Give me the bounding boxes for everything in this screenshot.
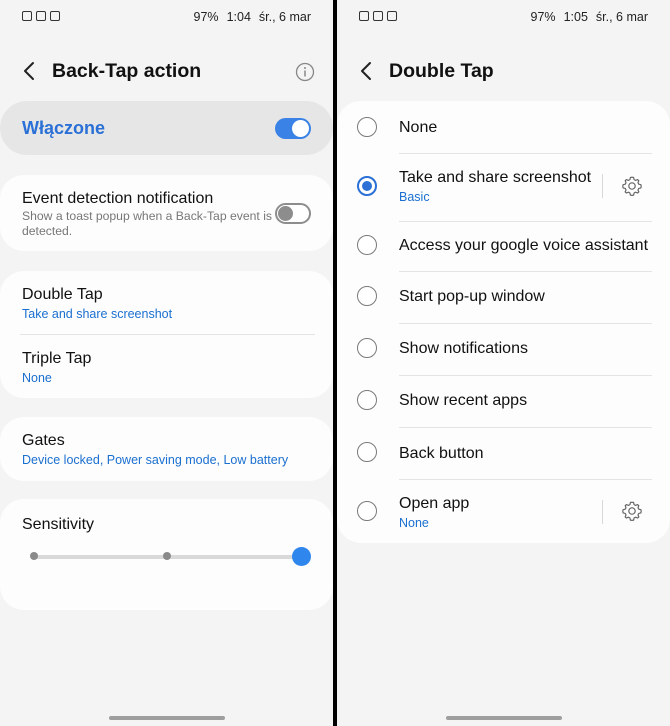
gates-item[interactable]: Gates Device locked, Power saving mode, … <box>0 417 333 481</box>
option-label: Access your google voice assistant <box>399 237 649 254</box>
app-bar: Back-Tap action <box>0 50 333 94</box>
document-notification-icon <box>36 11 46 21</box>
gates-value: Device locked, Power saving mode, Low ba… <box>22 453 289 467</box>
option-start-pop-up-window[interactable]: Start pop-up window <box>337 272 670 324</box>
option-label: Show recent apps <box>399 392 528 409</box>
back-tap-action-screen: 97% 1:04 śr., 6 mar Back-Tap action Włąc… <box>0 0 333 726</box>
status-bar: 97% 1:04 śr., 6 mar <box>0 0 333 34</box>
gear-icon[interactable] <box>620 174 644 198</box>
battery-level: 97% <box>193 10 219 24</box>
shop-notification-icon <box>387 11 397 21</box>
option-label: Show notifications <box>399 340 528 357</box>
event-detection-toggle[interactable] <box>275 203 311 224</box>
event-detection-row[interactable]: Event detection notification Show a toas… <box>0 175 333 251</box>
radio-button[interactable] <box>357 286 377 306</box>
option-sub: Basic <box>399 190 430 204</box>
triple-tap-title: Triple Tap <box>22 350 92 367</box>
event-detection-description: Show a toast popup when a Back-Tap event… <box>22 209 272 238</box>
option-label: Open app <box>399 495 470 512</box>
action-options-list: None Take and share screenshot Basic Acc… <box>337 101 670 543</box>
option-label: Back button <box>399 445 484 462</box>
radio-button[interactable] <box>357 390 377 410</box>
option-take-and-share-screenshot[interactable]: Take and share screenshot Basic <box>337 154 670 221</box>
option-none[interactable]: None <box>337 101 670 153</box>
page-title: Double Tap <box>389 60 494 82</box>
double-tap-item[interactable]: Double Tap Take and share screenshot <box>0 271 333 334</box>
option-sub: None <box>399 516 429 530</box>
gesture-navigation-bar[interactable] <box>445 716 562 720</box>
back-arrow-icon[interactable] <box>357 61 377 81</box>
app-bar: Double Tap <box>337 50 670 94</box>
event-detection-title: Event detection notification <box>22 190 214 207</box>
option-label: Start pop-up window <box>399 288 545 305</box>
radio-button-selected[interactable] <box>357 176 377 196</box>
sensitivity-step-low[interactable] <box>30 552 38 560</box>
battery-level: 97% <box>530 10 556 24</box>
option-show-notifications[interactable]: Show notifications <box>337 324 670 376</box>
option-label: Take and share screenshot <box>399 169 592 186</box>
gesture-navigation-bar[interactable] <box>108 716 225 720</box>
radio-button[interactable] <box>357 338 377 358</box>
date: śr., 6 mar <box>595 10 648 24</box>
document-notification-icon <box>373 11 383 21</box>
tap-actions-card: Double Tap Take and share screenshot Tri… <box>0 271 333 398</box>
master-switch-label: Włączone <box>22 118 106 138</box>
notification-icons <box>359 11 397 21</box>
sensitivity-title: Sensitivity <box>22 516 95 533</box>
date: śr., 6 mar <box>258 10 311 24</box>
triple-tap-item[interactable]: Triple Tap None <box>0 335 333 398</box>
double-tap-screen: 97% 1:05 śr., 6 mar Double Tap None Take… <box>337 0 670 726</box>
double-tap-value: Take and share screenshot <box>22 307 173 321</box>
gallery-notification-icon <box>22 11 32 21</box>
notification-icons <box>22 11 60 21</box>
back-arrow-icon[interactable] <box>20 61 40 81</box>
option-back-button[interactable]: Back button <box>337 428 670 480</box>
option-google-voice-assistant[interactable]: Access your google voice assistant <box>337 222 670 274</box>
gates-title: Gates <box>22 432 65 449</box>
vertical-separator <box>602 500 603 524</box>
info-icon[interactable] <box>295 62 315 82</box>
triple-tap-value: None <box>22 371 52 385</box>
vertical-separator <box>602 174 603 198</box>
option-label: None <box>399 119 438 136</box>
radio-button[interactable] <box>357 442 377 462</box>
clock: 1:04 <box>226 10 251 24</box>
radio-button[interactable] <box>357 117 377 137</box>
gear-icon[interactable] <box>620 499 644 523</box>
sensitivity-slider-thumb[interactable] <box>292 547 311 566</box>
page-title: Back-Tap action <box>52 60 202 82</box>
sensitivity-step-mid[interactable] <box>163 552 171 560</box>
double-tap-title: Double Tap <box>22 286 103 303</box>
master-switch-row[interactable]: Włączone <box>0 101 333 155</box>
radio-button[interactable] <box>357 235 377 255</box>
shop-notification-icon <box>50 11 60 21</box>
master-toggle[interactable] <box>275 118 311 139</box>
status-bar: 97% 1:05 śr., 6 mar <box>337 0 670 34</box>
clock: 1:05 <box>563 10 588 24</box>
option-show-recent-apps[interactable]: Show recent apps <box>337 376 670 428</box>
radio-button[interactable] <box>357 501 377 521</box>
option-open-app[interactable]: Open app None <box>337 480 670 543</box>
gallery-notification-icon <box>359 11 369 21</box>
